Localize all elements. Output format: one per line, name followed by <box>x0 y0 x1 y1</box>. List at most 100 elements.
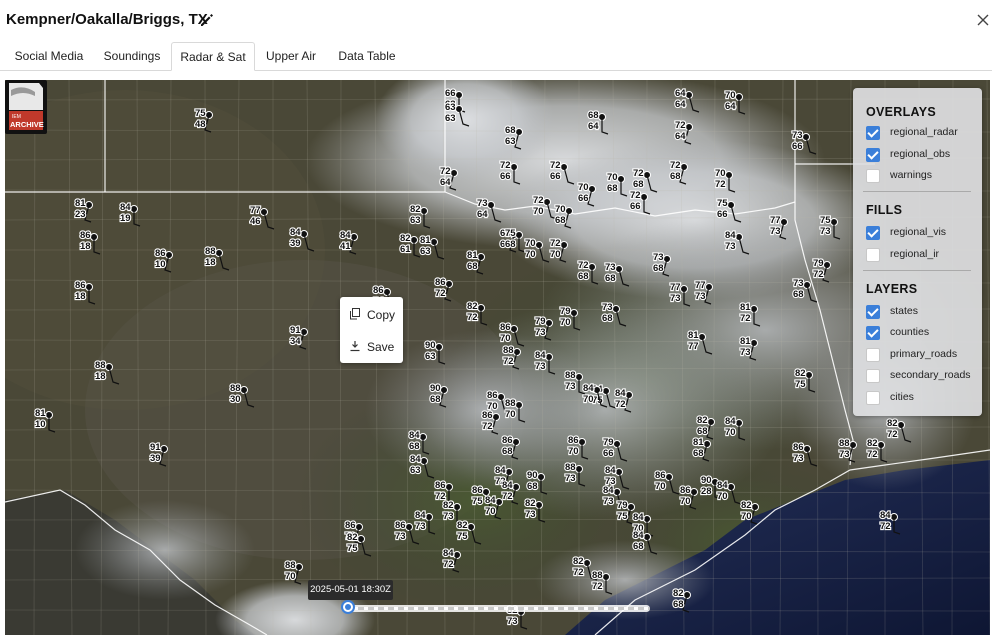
copy-menu-item[interactable]: Copy <box>340 300 403 330</box>
station-temperature: 79 <box>603 437 614 448</box>
station-dewpoint: 64 <box>675 131 686 142</box>
station-dewpoint: 72 <box>715 179 726 190</box>
tab-data-table[interactable]: Data Table <box>328 42 406 70</box>
station-temperature: 84 <box>615 388 626 399</box>
tab-upper-air[interactable]: Upper Air <box>257 42 325 70</box>
station-temperature: 73 <box>653 252 664 263</box>
panel-divider <box>863 270 971 271</box>
close-icon[interactable] <box>975 12 991 28</box>
station-temperature: 72 <box>550 160 561 171</box>
station-dewpoint: 63 <box>445 113 456 124</box>
checkbox[interactable] <box>866 126 880 140</box>
station-dewpoint: 64 <box>675 99 686 110</box>
tab-radar-sat[interactable]: Radar & Sat <box>171 42 255 71</box>
station-temperature: 86 <box>75 280 86 291</box>
checkbox[interactable] <box>866 169 880 183</box>
station-dewpoint: 75 <box>592 395 603 406</box>
station-dewpoint: 72 <box>880 521 891 532</box>
tab-social-media[interactable]: Social Media <box>6 42 92 70</box>
station-dewpoint: 70 <box>505 409 516 420</box>
station-temperature: 90 <box>430 383 441 394</box>
station-dewpoint: 72 <box>615 399 626 410</box>
station-temperature: 79 <box>617 500 628 511</box>
station-dewpoint: 70 <box>655 481 666 492</box>
station-dewpoint: 70 <box>550 249 561 260</box>
checkbox[interactable] <box>866 348 880 362</box>
station-dewpoint: 73 <box>525 509 536 520</box>
station-dewpoint: 72 <box>503 356 514 367</box>
checkbox[interactable] <box>866 369 880 383</box>
station-dewpoint: 72 <box>573 567 584 578</box>
checkbox[interactable] <box>866 248 880 262</box>
checkbox[interactable] <box>866 148 880 162</box>
station-temperature: 82 <box>457 520 468 531</box>
station-temperature: 84 <box>583 383 594 394</box>
station-temperature: 82 <box>741 500 752 511</box>
station-dewpoint: 18 <box>205 257 216 268</box>
station-temperature: 72 <box>675 120 686 131</box>
station-temperature: 75 <box>717 198 728 209</box>
station-dewpoint: 18 <box>75 291 86 302</box>
station-dewpoint: 73 <box>740 347 751 358</box>
station-temperature: 70 <box>725 90 736 101</box>
station-temperature: 84 <box>340 230 351 241</box>
station-temperature: 77 <box>670 282 681 293</box>
logo-bottom-text: ARCHIVE <box>10 120 44 129</box>
tab-soundings[interactable]: Soundings <box>94 42 170 70</box>
map-canvas: 7548666363636863686464647264706473668123… <box>5 80 990 635</box>
station-dewpoint: 70 <box>741 511 752 522</box>
station-dewpoint: 75 <box>617 511 628 522</box>
station-temperature: 68 <box>588 110 599 121</box>
station-dewpoint: 63 <box>410 215 421 226</box>
save-menu-item[interactable]: Save <box>340 332 403 362</box>
checkbox-label: warnings <box>890 169 933 181</box>
station-temperature: 73 <box>793 278 804 289</box>
checkbox[interactable] <box>866 305 880 319</box>
station-dewpoint: 72 <box>867 449 878 460</box>
checkbox[interactable] <box>866 391 880 405</box>
station-dewpoint: 73 <box>770 226 781 237</box>
station-dewpoint: 63 <box>410 465 421 476</box>
station-temperature: 88 <box>505 398 516 409</box>
station-temperature: 79 <box>560 306 571 317</box>
station-dewpoint: 68 <box>602 313 613 324</box>
station-temperature: 64 <box>675 88 686 99</box>
checkbox[interactable] <box>866 226 880 240</box>
station-dewpoint: 18 <box>95 371 106 382</box>
station-dewpoint: 64 <box>725 101 736 112</box>
station-temperature: 86 <box>155 248 166 259</box>
time-slider-ticks <box>348 607 650 610</box>
station-dewpoint: 68 <box>633 179 644 190</box>
station-dewpoint: 10 <box>35 419 46 430</box>
station-dewpoint: 63 <box>425 351 436 362</box>
station-dewpoint: 63 <box>420 246 431 257</box>
station-dewpoint: 68 <box>467 261 478 272</box>
station-temperature: 88 <box>839 438 850 449</box>
checkbox[interactable] <box>866 326 880 340</box>
satellite-map[interactable]: 75 48 66 63 63 63 68 63 68 64 64 64 72 64 70 64 73 66 81 23… <box>5 80 990 635</box>
station-dewpoint: 68 <box>578 271 589 282</box>
station-dewpoint: 66 <box>550 171 561 182</box>
station-temperature: 77 <box>695 280 706 291</box>
station-dewpoint: 63 <box>505 136 516 147</box>
station-temperature: 86 <box>500 322 511 333</box>
station-temperature: 88 <box>95 360 106 371</box>
station-temperature: 82 <box>400 233 411 244</box>
station-dewpoint: 73 <box>535 327 546 338</box>
iem-archive-logo: IEM ARCHIVE <box>5 80 47 134</box>
station-dewpoint: 61 <box>400 244 411 255</box>
station-temperature: 70 <box>555 204 566 215</box>
station-dewpoint: 73 <box>535 361 546 372</box>
station-dewpoint: 72 <box>592 581 603 592</box>
time-slider-track[interactable] <box>348 605 650 612</box>
station-dewpoint: 19 <box>120 213 131 224</box>
time-slider-thumb[interactable] <box>341 600 356 614</box>
station-dewpoint: 70 <box>680 496 691 507</box>
station-temperature: 82 <box>795 368 806 379</box>
station-temperature: 84 <box>603 485 614 496</box>
station-dewpoint: 10 <box>155 259 166 270</box>
station-temperature: 86 <box>487 390 498 401</box>
station-dewpoint: 64 <box>440 177 451 188</box>
station-dewpoint: 70 <box>485 506 496 517</box>
pencil-icon[interactable] <box>199 12 215 28</box>
